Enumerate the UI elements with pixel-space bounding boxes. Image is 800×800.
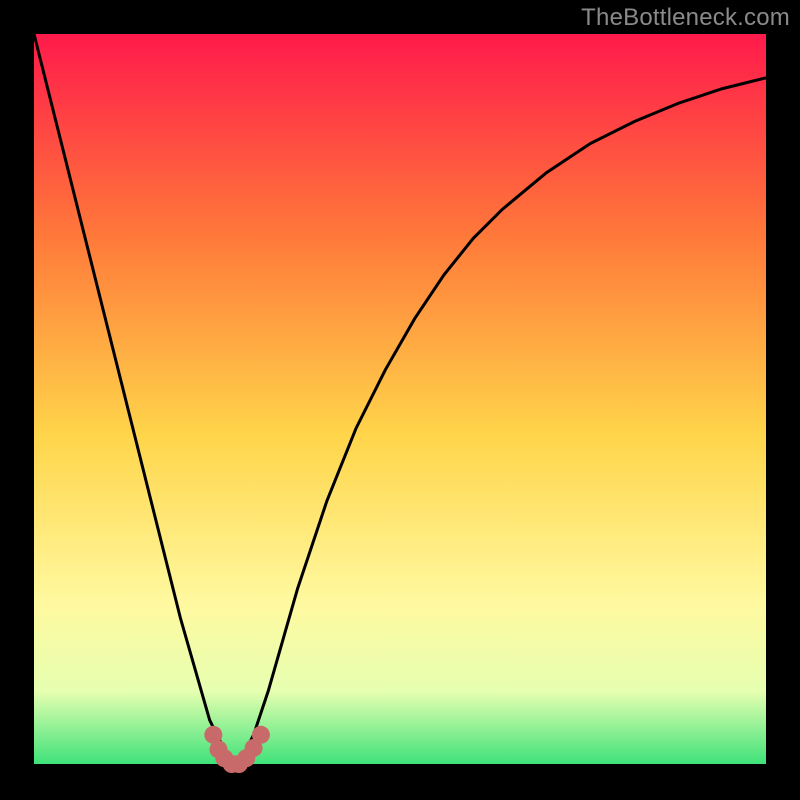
- chart-container: TheBottleneck.com: [0, 0, 800, 800]
- bottleneck-chart: [0, 0, 800, 800]
- min-dot: [252, 726, 270, 744]
- plot-area: [34, 34, 766, 764]
- watermark-text: TheBottleneck.com: [581, 4, 790, 32]
